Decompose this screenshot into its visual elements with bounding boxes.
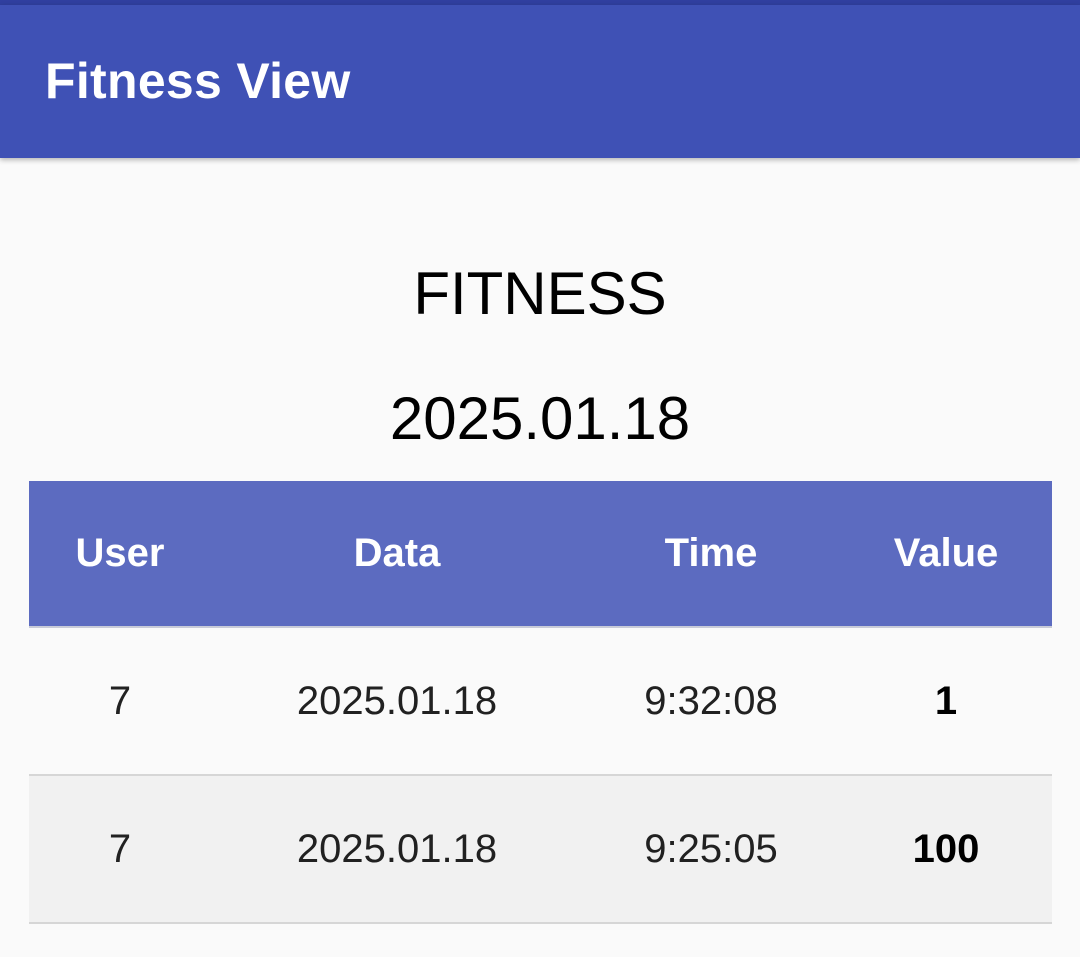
fitness-table: User Data Time Value 7 2025.01.18 9:32:0… (29, 481, 1052, 924)
table-row[interactable]: 7 2025.01.18 9:25:05 100 (29, 776, 1052, 924)
page-date: 2025.01.18 (389, 385, 691, 452)
cell-user: 7 (108, 678, 132, 723)
column-header-time: Time (664, 531, 758, 575)
column-header-value: Value (893, 531, 999, 575)
cell-value: 100 (912, 826, 980, 871)
cell-user: 7 (108, 826, 132, 871)
column-header-user: User (75, 531, 165, 575)
table-row[interactable]: 7 2025.01.18 9:32:08 1 (29, 628, 1052, 776)
cell-data: 2025.01.18 (296, 678, 498, 723)
cell-time: 9:32:08 (644, 678, 778, 723)
column-header-data: Data (353, 531, 441, 575)
cell-data: 2025.01.18 (296, 826, 498, 871)
app-bar: Fitness View (0, 5, 1080, 158)
page-heading: FITNESS (413, 260, 667, 327)
cell-value: 1 (934, 678, 958, 723)
table-header: User Data Time Value (29, 481, 1052, 628)
cell-time: 9:25:05 (644, 826, 778, 871)
main-content: FITNESS 2025.01.18 User Data Time Value … (0, 158, 1080, 957)
app-title: Fitness View (45, 53, 351, 109)
